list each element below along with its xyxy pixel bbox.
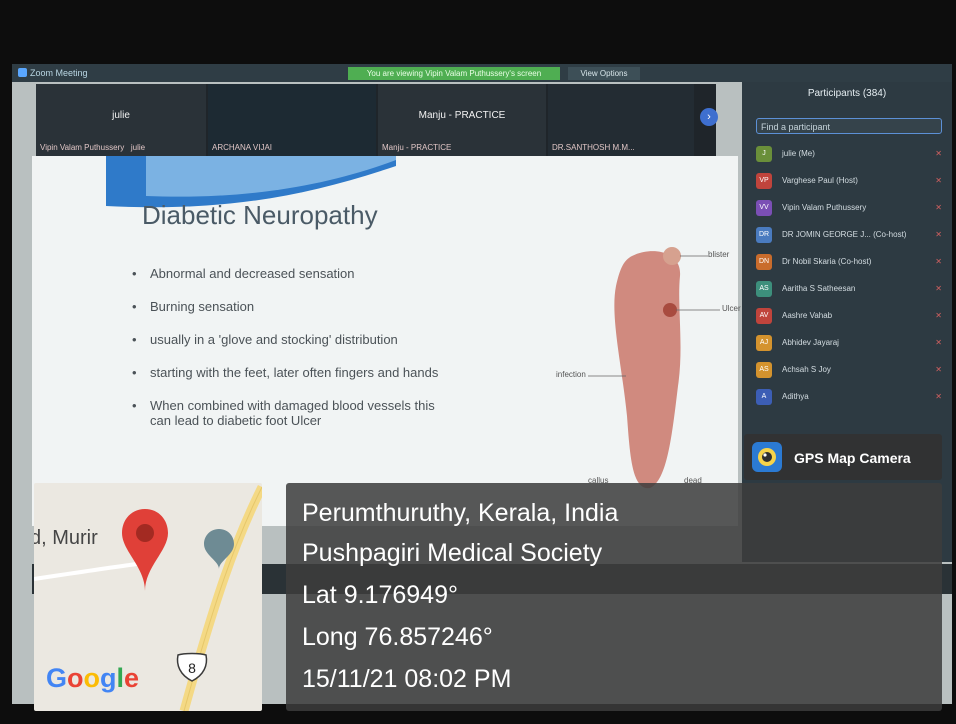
participant-name: Aaritha S Satheesan [782,284,856,293]
thumbnail-name: DR.SANTHOSH M.M... [552,143,635,152]
participant-row[interactable]: AS Aaritha S Satheesan ✕ [756,279,946,299]
participant-name: Achsah S Joy [782,365,831,374]
participant-search-input[interactable]: Find a participant [756,118,942,134]
foot-illustration: blister Ulcer infection callus dead [556,236,742,496]
mic-muted-icon[interactable]: ✕ [935,311,942,320]
mic-muted-icon[interactable]: ✕ [935,365,942,374]
route-shield-icon: 8 [176,652,208,682]
avatar: AS [756,281,772,297]
gps-map-camera-badge: GPS Map Camera [744,434,942,480]
thumbnail-name: Vipin Valam Puthussery julie [40,143,146,152]
slide-title: Diabetic Neuropathy [142,200,378,230]
avatar: AS [756,362,772,378]
map-thumbnail: d, Muriral 8 Google [34,483,262,711]
avatar: AV [756,308,772,324]
avatar: VP [756,173,772,189]
window-title: Zoom Meeting [30,68,88,78]
longitude-line: Long 76.857246° [302,623,493,651]
video-thumbnail[interactable]: julie Vipin Valam Puthussery julie [36,84,206,156]
participant-row[interactable]: VP Varghese Paul (Host) ✕ [756,171,946,191]
bullet-item: When combined with damaged blood vessels… [132,398,450,428]
mic-muted-icon[interactable]: ✕ [935,257,942,266]
mosque-icon [204,529,234,569]
zoom-icon [18,68,27,77]
bullet-item: starting with the feet, later often fing… [132,365,570,380]
avatar: VV [756,200,772,216]
participant-row[interactable]: AV Aashre Vahab ✕ [756,306,946,326]
video-thumbnail[interactable]: Manju - PRACTICE Manju - PRACTICE [378,84,546,156]
location-info-card: Perumthuruthy, Kerala, India Pushpagiri … [286,483,942,711]
participant-name: julie (Me) [782,149,815,158]
thumbnail-caption: julie [112,110,130,121]
thumbnail-name: ARCHANA VIJAI [212,143,273,152]
participant-name: Dr Nobil Skaria (Co-host) [782,257,872,266]
participants-header: Participants (384) [807,88,887,99]
thumbnail-caption: Manju - PRACTICE [418,110,506,121]
participant-row[interactable]: AS Achsah S Joy ✕ [756,360,946,380]
foot-label-ulcer: Ulcer [722,304,741,313]
avatar: AJ [756,335,772,351]
participant-name: Aashre Vahab [782,311,833,320]
participant-row[interactable]: Jjulie (Me) ✕ [756,144,946,164]
participant-name: DR JOMIN GEORGE J... (Co-host) [782,230,907,239]
participant-row[interactable]: A Adithya ✕ [756,387,946,407]
route-number: 8 [188,660,196,676]
foot-image [588,247,720,489]
foot-label-infection: infection [556,370,586,379]
latitude-line: Lat 9.176949° [302,581,458,609]
gps-camera-icon [752,442,782,472]
share-banner: You are viewing Vipin Valam Puthussery's… [348,67,560,80]
participant-row[interactable]: AJ Abhidev Jayaraj ✕ [756,333,946,353]
mic-muted-icon[interactable]: ✕ [935,392,942,401]
mic-muted-icon[interactable]: ✕ [935,284,942,293]
avatar: DR [756,227,772,243]
participant-name: Varghese Paul (Host) [782,176,858,185]
participant-name: Vipin Valam Puthussery [782,203,867,212]
participant-row[interactable]: DR DR JOMIN GEORGE J... (Co-host) ✕ [756,225,946,245]
slide-bullets: Abnormal and decreased sensation Burning… [132,266,570,446]
thumbnail-name: Manju - PRACTICE [382,143,452,152]
mic-muted-icon[interactable]: ✕ [935,149,942,158]
mic-muted-icon[interactable]: ✕ [935,230,942,239]
place-line: Pushpagiri Medical Society [302,539,603,567]
mic-muted-icon[interactable]: ✕ [935,338,942,347]
participant-row[interactable]: VV Vipin Valam Puthussery ✕ [756,198,946,218]
zoom-titlebar: Zoom Meeting You are viewing Vipin Valam… [12,64,952,82]
video-thumbnail-strip: julie Vipin Valam Puthussery julie ARCHA… [36,84,718,156]
participant-name: Abhidev Jayaraj [782,338,839,347]
bullet-item: Burning sensation [132,299,570,314]
avatar: A [756,389,772,405]
mic-muted-icon[interactable]: ✕ [935,203,942,212]
bullet-item: Abnormal and decreased sensation [132,266,570,281]
mic-muted-icon[interactable]: ✕ [935,176,942,185]
bullet-item: usually in a 'glove and stocking' distri… [132,332,570,347]
participant-name: Adithya [782,392,809,401]
video-thumbnail[interactable]: DR.SANTHOSH M.M... [548,84,694,156]
view-options-button[interactable]: View Options [568,67,640,80]
foot-label-blister: blister [708,250,730,259]
presentation-slide: Diabetic Neuropathy Abnormal and decreas… [32,156,741,526]
gps-badge-label: GPS Map Camera [794,450,911,466]
avatar: DN [756,254,772,270]
location-line: Perumthuruthy, Kerala, India [302,499,619,527]
datetime-line: 15/11/21 08:02 PM [302,665,512,693]
video-thumbnail[interactable]: ARCHANA VIJAI [208,84,376,156]
participant-row[interactable]: DN Dr Nobil Skaria (Co-host) ✕ [756,252,946,272]
google-logo: Google [46,663,140,693]
avatar: J [756,146,772,162]
next-page-button[interactable]: › [700,108,718,126]
map-pin-icon [122,509,168,591]
